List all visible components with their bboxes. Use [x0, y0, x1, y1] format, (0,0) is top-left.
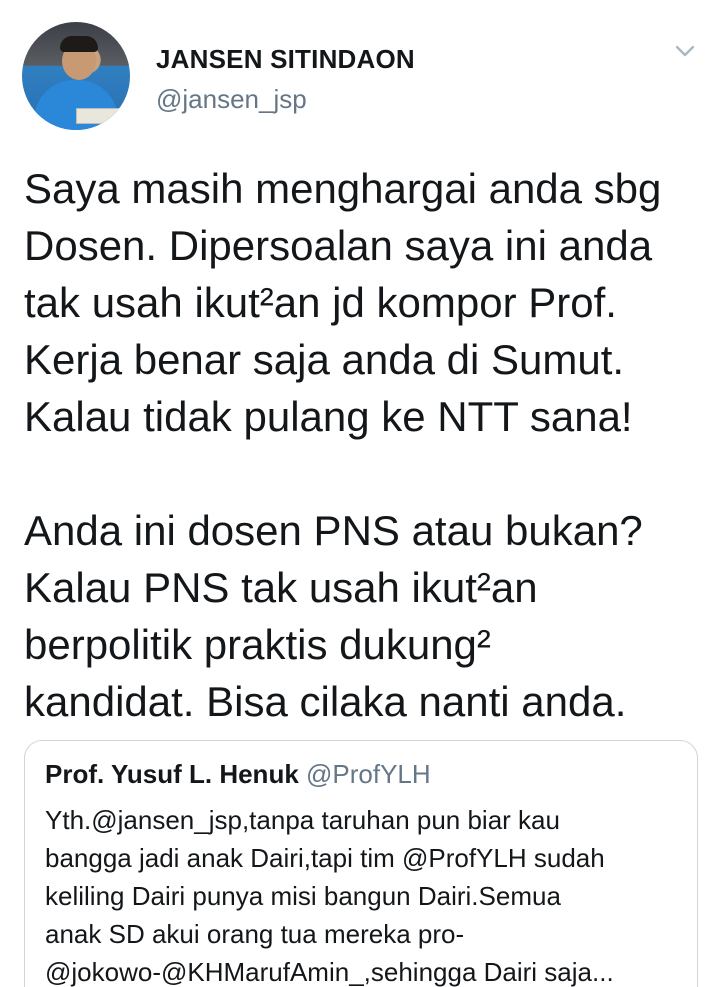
author-handle[interactable]: @jansen_jsp: [156, 84, 307, 115]
tweet-header: JANSEN SITINDAON @jansen_jsp: [22, 22, 698, 132]
avatar[interactable]: [22, 22, 130, 130]
tweet-line: Kerja benar saja anda di Sumut.: [24, 336, 625, 383]
author-name[interactable]: JANSEN SITINDAON: [156, 44, 415, 75]
chevron-down-icon[interactable]: [674, 40, 696, 62]
quoted-tweet-header: Prof. Yusuf L. Henuk @ProfYLH: [45, 759, 431, 790]
tweet-line: tak usah ikut²an jd kompor Prof.: [24, 279, 617, 326]
tweet-line: Anda ini dosen PNS atau bukan?: [24, 507, 643, 554]
tweet-line: Kalau PNS tak usah ikut²an: [24, 564, 538, 611]
quoted-author-name: Prof. Yusuf L. Henuk: [45, 759, 299, 789]
quoted-tweet[interactable]: Prof. Yusuf L. Henuk @ProfYLH Yth.@janse…: [24, 740, 698, 987]
tweet-line: Kalau tidak pulang ke NTT sana!: [24, 393, 633, 440]
quoted-line: @jokowo-@KHMarufAmin_,sehingga Dairi saj…: [45, 957, 614, 987]
quoted-line: anak SD akui orang tua mereka pro-: [45, 919, 465, 949]
quoted-tweet-text: Yth.@jansen_jsp,tanpa taruhan pun biar k…: [45, 801, 685, 987]
tweet-text: Saya masih menghargai anda sbg Dosen. Di…: [24, 160, 700, 730]
tweet-line: berpolitik praktis dukung²: [24, 621, 491, 668]
tweet-line: Dosen. Dipersoalan saya ini anda: [24, 222, 653, 269]
tweet-line: kandidat. Bisa cilaka nanti anda.: [24, 678, 627, 725]
quoted-line: Yth.@jansen_jsp,tanpa taruhan pun biar k…: [45, 805, 560, 835]
quoted-author-handle: @ProfYLH: [306, 759, 431, 789]
quoted-line: bangga jadi anak Dairi,tapi tim @ProfYLH…: [45, 843, 605, 873]
tweet-line: Saya masih menghargai anda sbg: [24, 165, 662, 212]
quoted-line: keliling Dairi punya misi bangun Dairi.S…: [45, 881, 561, 911]
